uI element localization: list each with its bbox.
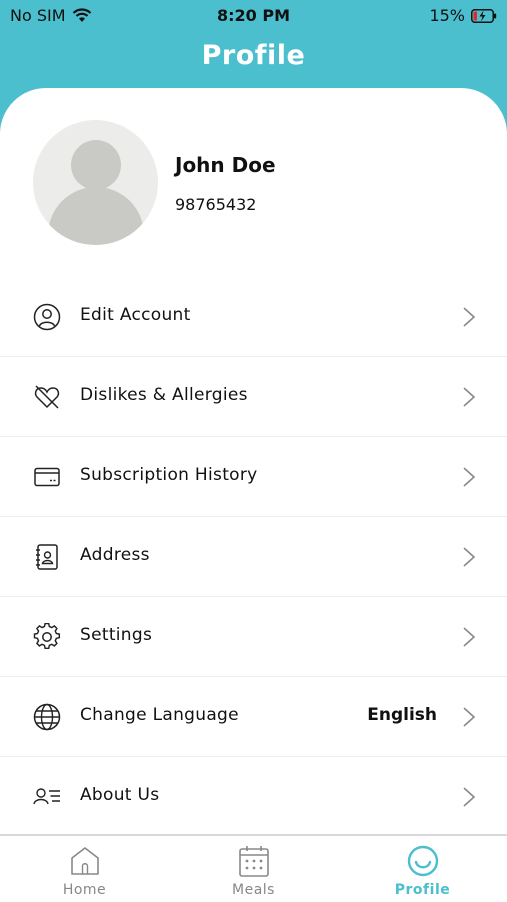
avatar[interactable] bbox=[33, 120, 158, 245]
chevron-right-icon bbox=[463, 787, 476, 807]
tab-bar: Home Meals Profile bbox=[0, 834, 507, 902]
clock: 8:20 PM bbox=[216, 6, 291, 25]
menu-item-label: Dislikes & Allergies bbox=[80, 385, 248, 405]
credit-card-icon bbox=[34, 467, 60, 487]
profile-phone: 98765432 bbox=[175, 195, 257, 214]
menu-item-dislikes-allergies[interactable]: Dislikes & Allergies bbox=[0, 357, 507, 437]
avatar-head-shape bbox=[71, 140, 121, 190]
menu-item-label: Address bbox=[80, 545, 150, 565]
smile-icon bbox=[407, 845, 438, 877]
tab-label: Meals bbox=[232, 882, 275, 898]
address-book-icon bbox=[36, 544, 58, 570]
globe-icon bbox=[33, 703, 61, 731]
battery-percent: 15% bbox=[429, 6, 465, 25]
avatar-body-shape bbox=[48, 187, 144, 245]
menu-item-settings[interactable]: Settings bbox=[0, 597, 507, 677]
chevron-right-icon bbox=[463, 547, 476, 567]
menu-item-change-language[interactable]: Change Language English bbox=[0, 677, 507, 757]
carrier-label: No SIM bbox=[10, 6, 66, 25]
chevron-right-icon bbox=[463, 627, 476, 647]
tab-home[interactable]: Home bbox=[0, 836, 169, 902]
chevron-right-icon bbox=[463, 467, 476, 487]
wifi-icon bbox=[72, 8, 91, 22]
tab-label: Home bbox=[62, 882, 107, 898]
chevron-right-icon bbox=[463, 387, 476, 407]
menu-item-about-us[interactable]: About Us bbox=[0, 757, 507, 834]
status-bar: No SIM 8:20 PM 15% bbox=[10, 6, 497, 26]
gear-icon bbox=[33, 623, 61, 650]
home-icon bbox=[70, 847, 99, 875]
profile-menu: Edit Account Dislikes & Allergies Subscr… bbox=[0, 277, 507, 834]
tab-meals[interactable]: Meals bbox=[169, 836, 338, 902]
menu-item-label: Change Language bbox=[80, 705, 239, 725]
current-language: English bbox=[367, 705, 437, 725]
tab-label: Profile bbox=[394, 882, 451, 898]
menu-item-label: Edit Account bbox=[80, 305, 191, 325]
page-title: Profile bbox=[201, 40, 306, 71]
user-circle-icon bbox=[33, 303, 61, 331]
profile-card: John Doe 98765432 Edit Account Dislikes … bbox=[0, 88, 507, 834]
calendar-icon bbox=[238, 846, 269, 877]
broken-heart-icon bbox=[34, 385, 60, 409]
menu-item-subscription-history[interactable]: Subscription History bbox=[0, 437, 507, 517]
menu-item-label: Settings bbox=[80, 625, 153, 645]
chevron-right-icon bbox=[463, 707, 476, 727]
menu-item-label: About Us bbox=[80, 785, 160, 805]
tab-profile[interactable]: Profile bbox=[338, 836, 507, 902]
menu-item-edit-account[interactable]: Edit Account bbox=[0, 277, 507, 357]
battery-charging-icon bbox=[471, 8, 497, 23]
menu-item-label: Subscription History bbox=[80, 465, 258, 485]
profile-name: John Doe bbox=[175, 153, 276, 177]
user-list-icon bbox=[33, 788, 60, 805]
menu-item-address[interactable]: Address bbox=[0, 517, 507, 597]
chevron-right-icon bbox=[463, 307, 476, 327]
